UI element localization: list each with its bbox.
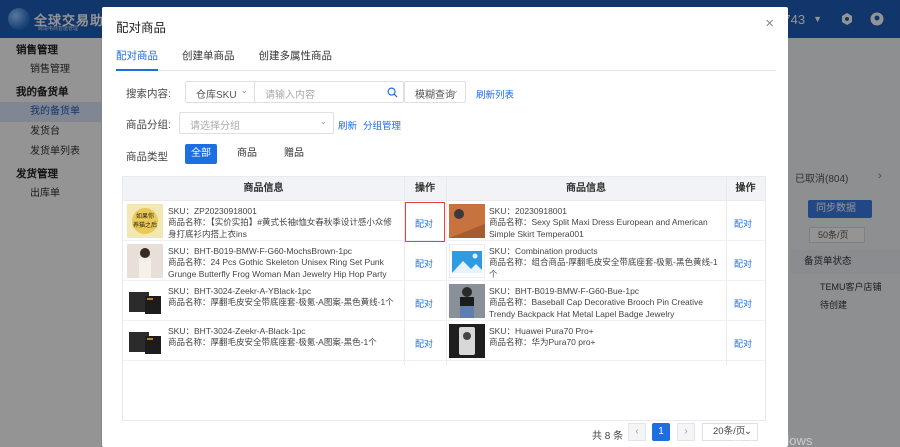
type-label: 商品类型: [126, 151, 168, 163]
match-product-modal: 配对商品 × 配对商品 创建单商品 创建多属性商品 搜索内容: 仓库SKU ⌄ …: [102, 7, 788, 447]
windows-watermark: 激活 Windows: [730, 433, 813, 447]
header-action-right: 操作: [735, 183, 756, 194]
product-image: 如果你 养猫之后: [127, 204, 163, 238]
header-product-info-right: 商品信息: [566, 183, 606, 194]
product-name: 商品名称：【实价实拍】#黄式长袖t恤女春秋季设计感小众修身打底衫内搭上衣ins: [168, 217, 392, 239]
search-placeholder: 请输入内容: [265, 90, 315, 101]
table-row: SKU：BHT-3024-Zeekr-A-YBlack-1pc 商品名称：厚翻毛皮…: [123, 281, 765, 321]
search-type-select[interactable]: 仓库SKU ⌄: [185, 81, 255, 103]
chevron-down-icon: ⌄: [319, 116, 327, 126]
table-header: 商品信息 操作 商品信息 操作: [123, 177, 765, 201]
product-image: [127, 244, 163, 278]
match-button[interactable]: 配对: [734, 217, 752, 230]
type-all-button[interactable]: 全部: [185, 144, 217, 164]
search-icon[interactable]: [387, 87, 398, 98]
type-product-button[interactable]: 商品: [232, 144, 262, 164]
modal-tabs: 配对商品 创建单商品 创建多属性商品: [116, 43, 776, 71]
product-name: 商品名称：华为Pura70 pro+: [489, 337, 596, 347]
product-image: [449, 244, 485, 278]
match-button[interactable]: 配对: [415, 337, 433, 350]
match-button[interactable]: 配对: [734, 337, 752, 350]
product-image: [449, 324, 485, 358]
chevron-down-icon: ⌄: [240, 85, 248, 95]
product-name: 商品名称：厚翻毛皮安全带底座套-极氪-A图案-黑色-1个: [168, 337, 377, 347]
group-manage-link[interactable]: 分组管理: [363, 118, 401, 132]
product-image: [127, 284, 163, 318]
modal-title: 配对商品: [116, 21, 167, 35]
product-name: 商品名称：Sexy Split Maxi Dress European and …: [489, 217, 708, 239]
product-name: 商品名称：组合商品-厚翻毛皮安全带底座套-极氪-黑色黄线-1个: [489, 257, 718, 279]
search-mode-value: 模糊查询: [415, 90, 455, 101]
table-row: SKU：BHT-3024-Zeekr-A-Black-1pc 商品名称：厚翻毛皮安…: [123, 321, 765, 361]
pagination-total: 共 8 条: [592, 431, 624, 442]
product-name: 商品名称：24 Pcs Gothic Skeleton Unisex Ring …: [168, 257, 387, 279]
tab-create-single[interactable]: 创建单商品: [182, 43, 235, 71]
product-table: 商品信息 操作 商品信息 操作 如果你 养猫之后 SKU：ZP20230918001…: [122, 176, 766, 421]
tab-match-product[interactable]: 配对商品: [116, 43, 158, 71]
type-gift-button[interactable]: 赠品: [279, 144, 309, 164]
group-label: 商品分组:: [126, 119, 171, 131]
page-1-button[interactable]: 1: [652, 423, 670, 441]
group-placeholder: 请选择分组: [190, 121, 240, 132]
tab-create-multi[interactable]: 创建多属性商品: [259, 43, 333, 71]
svg-text:如果你: 如果你: [136, 212, 154, 220]
search-label: 搜索内容:: [126, 88, 171, 100]
match-button[interactable]: 配对: [734, 297, 752, 310]
match-button[interactable]: 配对: [734, 257, 752, 270]
search-type-value: 仓库SKU: [196, 90, 237, 101]
highlight-box: [405, 202, 445, 242]
close-icon[interactable]: ×: [765, 15, 774, 32]
next-page-button[interactable]: ›: [677, 423, 695, 441]
search-mode-select[interactable]: 模糊查询 ⌄: [404, 81, 466, 103]
search-input[interactable]: 请输入内容: [254, 81, 404, 103]
prev-page-button[interactable]: ‹: [628, 423, 646, 441]
product-name: 商品名称：厚翻毛皮安全带底座套-极氪-A图案-黑色黄线-1个: [168, 297, 394, 307]
chevron-down-icon: ⌄: [451, 85, 459, 95]
product-image: [449, 204, 485, 238]
match-button[interactable]: 配对: [415, 257, 433, 270]
refresh-list-link[interactable]: 刷新列表: [476, 87, 514, 101]
svg-text:养猫之后: 养猫之后: [133, 221, 157, 229]
match-button[interactable]: 配对: [415, 297, 433, 310]
refresh-group-link[interactable]: 刷新: [338, 118, 357, 132]
group-select[interactable]: 请选择分组 ⌄: [179, 112, 334, 134]
product-name: 商品名称：Baseball Cap Decorative Brooch Pin …: [489, 297, 704, 319]
header-action-left: 操作: [415, 183, 435, 194]
header-product-info-left: 商品信息: [243, 183, 284, 194]
product-image: [127, 324, 163, 358]
product-image: [449, 284, 485, 318]
table-row: SKU：BHT-B019-BMW-F-G60-MochsBrown-1pc 商品名…: [123, 241, 765, 281]
